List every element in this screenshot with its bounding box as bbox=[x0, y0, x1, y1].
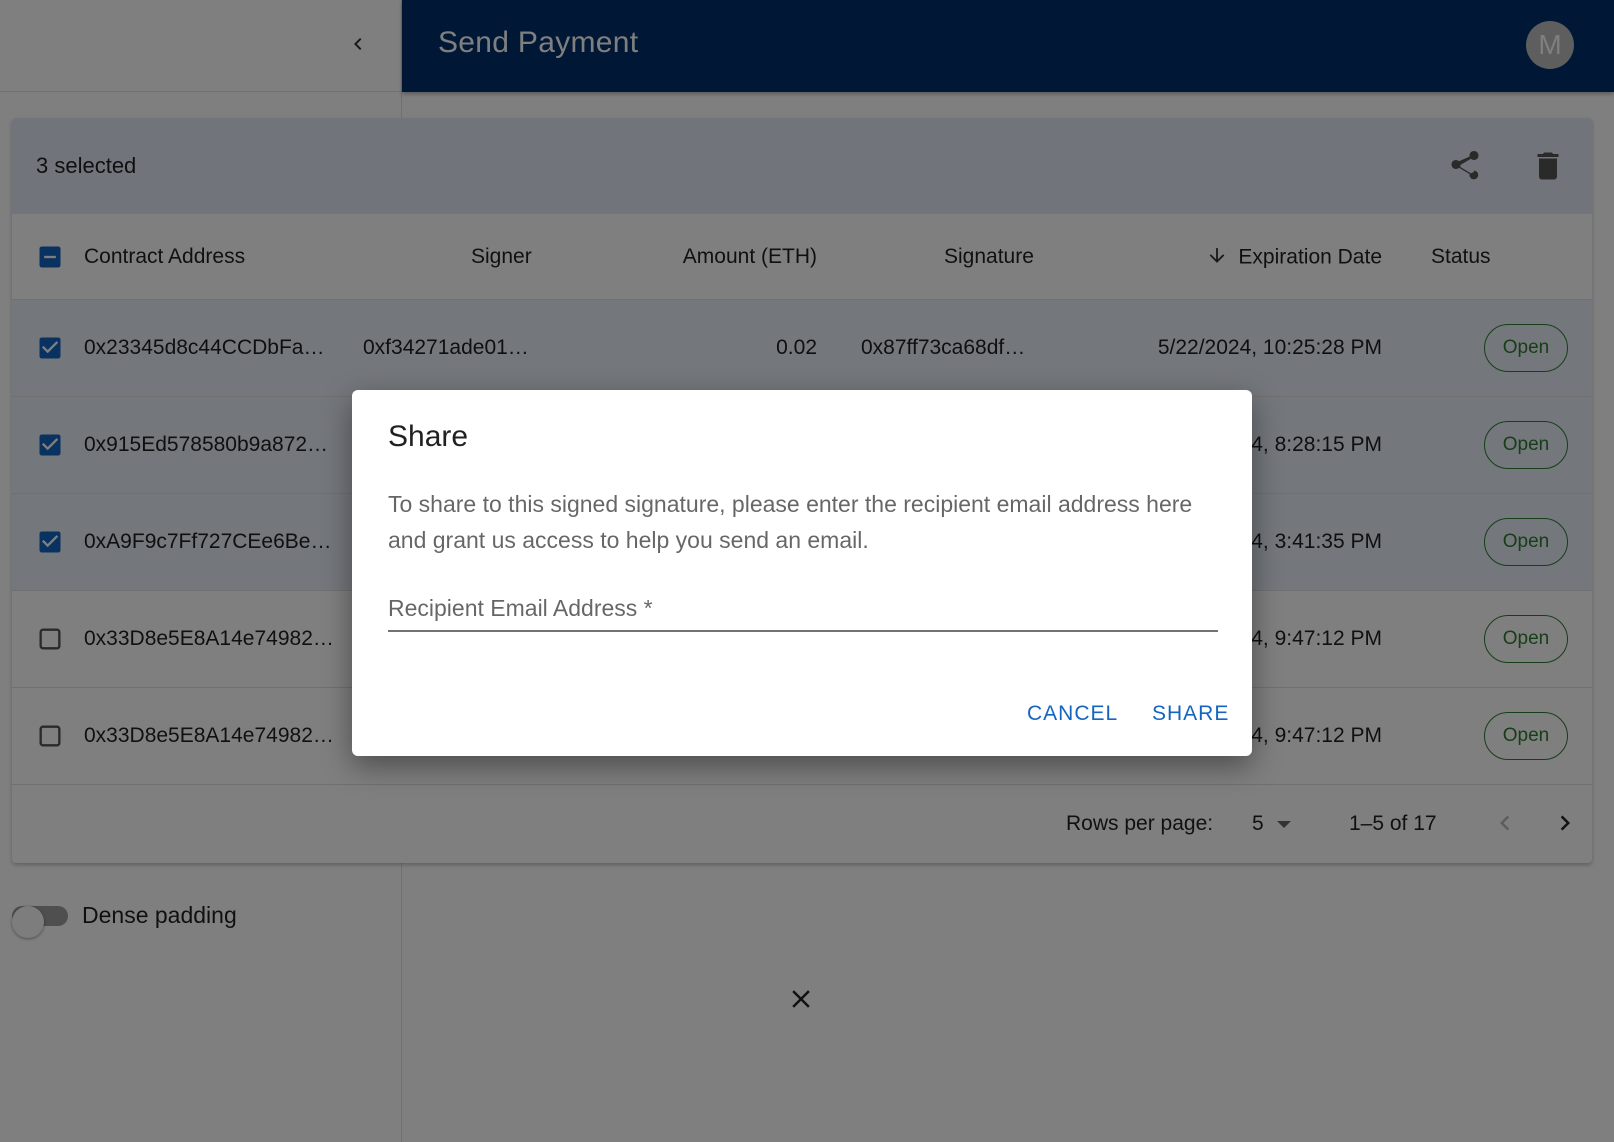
cancel-button[interactable]: CANCEL bbox=[1027, 702, 1118, 726]
dialog-title: Share bbox=[388, 420, 469, 453]
recipient-email-input[interactable] bbox=[388, 586, 1218, 630]
recipient-email-field[interactable] bbox=[388, 586, 1218, 632]
dialog-description: To share to this signed signature, pleas… bbox=[388, 491, 1193, 553]
share-dialog: Share To share to this signed signature,… bbox=[352, 390, 1252, 756]
share-button[interactable]: SHARE bbox=[1152, 702, 1229, 726]
